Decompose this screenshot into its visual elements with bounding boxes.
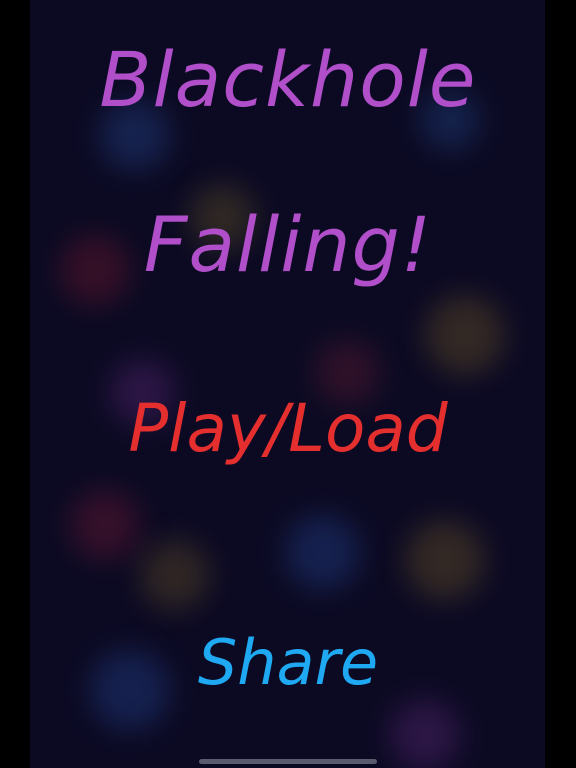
home-indicator[interactable] xyxy=(199,759,377,764)
play-load-button[interactable]: Play/Load xyxy=(0,396,576,462)
background-orb xyxy=(425,295,505,375)
game-title-line2: Falling! xyxy=(143,200,433,289)
background-orb xyxy=(405,520,485,600)
game-screen: Blackhole Falling! Play/Load Share xyxy=(0,0,576,768)
background-orb xyxy=(390,700,460,768)
background-orb xyxy=(285,515,360,590)
game-title-line1: Blackhole xyxy=(99,35,477,124)
background-orb xyxy=(140,540,210,610)
share-button[interactable]: Share xyxy=(0,632,576,694)
background-orb xyxy=(70,490,140,560)
